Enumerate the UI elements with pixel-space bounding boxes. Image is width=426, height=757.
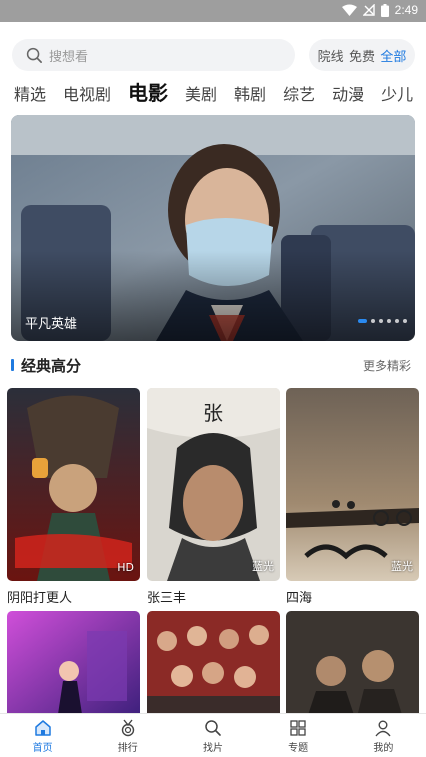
grid-icon — [290, 720, 306, 736]
quality-badge: 蓝光 — [391, 560, 413, 573]
tab-kids[interactable]: 少儿 — [381, 84, 413, 106]
nav-ranking-label: 排行 — [117, 743, 138, 754]
section-title-wrap: 经典高分 — [11, 355, 81, 376]
tab-movies[interactable]: 电影 — [128, 80, 168, 106]
movie-poster[interactable]: HD — [7, 388, 140, 581]
movie-title[interactable]: 四海 — [286, 587, 312, 606]
banner-pagination — [358, 319, 407, 323]
search-input[interactable]: 搜想看 — [12, 39, 295, 71]
poster-image: 张 — [147, 388, 280, 581]
nav-topics[interactable]: 专题 — [268, 714, 328, 757]
filter-all[interactable]: 全部 — [380, 46, 406, 65]
wifi-icon — [341, 4, 357, 16]
search-icon — [205, 720, 221, 736]
nav-ranking[interactable]: 排行 — [98, 714, 158, 757]
status-icons: 2:49 — [341, 3, 418, 17]
section-accent-bar — [11, 359, 14, 371]
poster-image — [286, 611, 419, 721]
pagination-dot — [358, 319, 367, 323]
tab-tv-series[interactable]: 电视剧 — [63, 84, 111, 106]
battery-icon — [380, 3, 389, 17]
user-icon — [375, 720, 391, 737]
svg-text:张: 张 — [203, 401, 223, 425]
tab-variety[interactable]: 综艺 — [283, 84, 315, 106]
pagination-dot — [395, 319, 399, 323]
category-tabs: 精选 电视剧 电影 美剧 韩剧 综艺 动漫 少儿 — [14, 80, 426, 106]
section-title: 经典高分 — [21, 356, 82, 375]
movie-poster[interactable]: 蓝光 — [286, 388, 419, 581]
poster-image — [7, 388, 140, 581]
status-bar: 2:49 — [0, 0, 426, 22]
quality-badge: HD — [117, 561, 134, 574]
movie-poster[interactable] — [147, 611, 280, 721]
nav-profile[interactable]: 我的 — [353, 714, 413, 757]
tab-anime[interactable]: 动漫 — [332, 84, 364, 106]
banner-title: 平凡英雄 — [25, 317, 78, 332]
movie-poster[interactable]: 张 蓝光 — [147, 388, 280, 581]
search-placeholder: 搜想看 — [49, 49, 89, 65]
filter-free[interactable]: 免费 — [349, 46, 375, 65]
poster-image — [147, 611, 280, 721]
movie-poster[interactable] — [7, 611, 140, 721]
status-time: 2:49 — [394, 3, 418, 17]
nav-home[interactable]: 首页 — [13, 714, 73, 757]
banner-image — [11, 115, 415, 341]
movie-title[interactable]: 阴阳打更人 — [7, 587, 72, 606]
movie-poster[interactable] — [286, 611, 419, 721]
section-header: 经典高分 更多精彩 — [11, 354, 411, 376]
medal-icon — [121, 719, 134, 737]
search-icon — [26, 47, 42, 63]
quality-badge: 蓝光 — [252, 560, 274, 573]
home-icon — [34, 720, 51, 736]
tab-featured[interactable]: 精选 — [14, 84, 46, 106]
no-signal-icon — [362, 4, 375, 16]
filter-cinema[interactable]: 院线 — [318, 46, 344, 65]
filter-pill: 院线 免费 全部 — [309, 39, 415, 71]
search-row: 搜想看 院线 免费 全部 — [12, 38, 415, 72]
nav-topics-label: 专题 — [288, 743, 309, 754]
tab-k-drama[interactable]: 韩剧 — [234, 84, 266, 106]
pagination-dot — [387, 319, 391, 323]
pagination-dot — [403, 319, 407, 323]
hero-banner[interactable]: 平凡英雄 — [11, 115, 415, 341]
nav-profile-label: 我的 — [373, 743, 394, 754]
tab-us-drama[interactable]: 美剧 — [185, 84, 217, 106]
poster-image — [286, 388, 419, 581]
pagination-dot — [379, 319, 383, 323]
poster-image — [7, 611, 140, 721]
pagination-dot — [371, 319, 375, 323]
movie-title[interactable]: 张三丰 — [147, 587, 186, 606]
nav-home-label: 首页 — [32, 743, 53, 754]
more-link[interactable]: 更多精彩 — [363, 357, 411, 374]
nav-discover-label: 找片 — [202, 743, 223, 754]
nav-discover[interactable]: 找片 — [183, 714, 243, 757]
bottom-navigation: 首页 排行 找片 专题 我的 — [0, 713, 426, 757]
